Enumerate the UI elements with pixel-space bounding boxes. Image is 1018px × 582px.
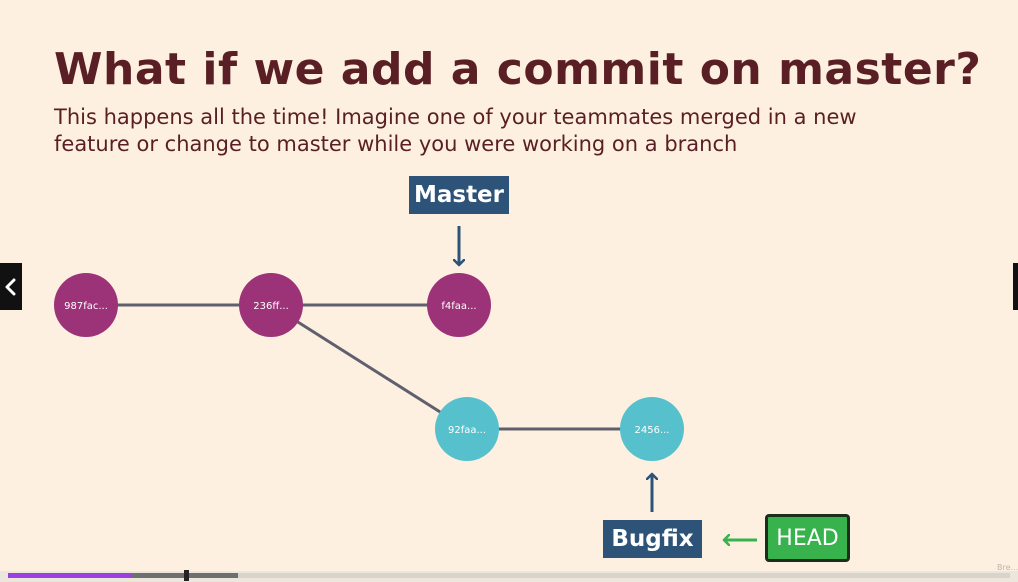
chevron-left-icon <box>5 278 16 295</box>
next-slide-button[interactable] <box>1013 263 1018 310</box>
commit-hash: 987fac... <box>64 301 108 312</box>
commit-node-2456: 2456... <box>620 397 684 461</box>
bugfix-branch-label: Bugfix <box>603 520 702 558</box>
commit-node-92faa: 92faa... <box>435 397 499 461</box>
commit-node-236ff: 236ff... <box>239 273 303 337</box>
commit-hash: 2456... <box>635 425 670 436</box>
watermark: Bre... <box>997 563 1018 572</box>
master-branch-label: Master <box>409 176 509 214</box>
commit-hash: 236ff... <box>253 301 289 312</box>
progress-played <box>8 573 131 578</box>
commit-node-f4faa: f4faa... <box>427 273 491 337</box>
head-pointer-label: HEAD <box>765 514 850 562</box>
commit-hash: 92faa... <box>448 425 486 436</box>
progress-scrubber-handle[interactable] <box>184 570 189 581</box>
commit-edges <box>86 303 652 431</box>
previous-slide-button[interactable] <box>0 263 22 310</box>
slide: What if we add a commit on master? This … <box>0 0 1018 582</box>
commit-hash: f4faa... <box>441 301 476 312</box>
commit-node-987fac: 987fac... <box>54 273 118 337</box>
commit-graph: 987fac... 236ff... f4faa... 92faa... 245… <box>54 226 757 582</box>
